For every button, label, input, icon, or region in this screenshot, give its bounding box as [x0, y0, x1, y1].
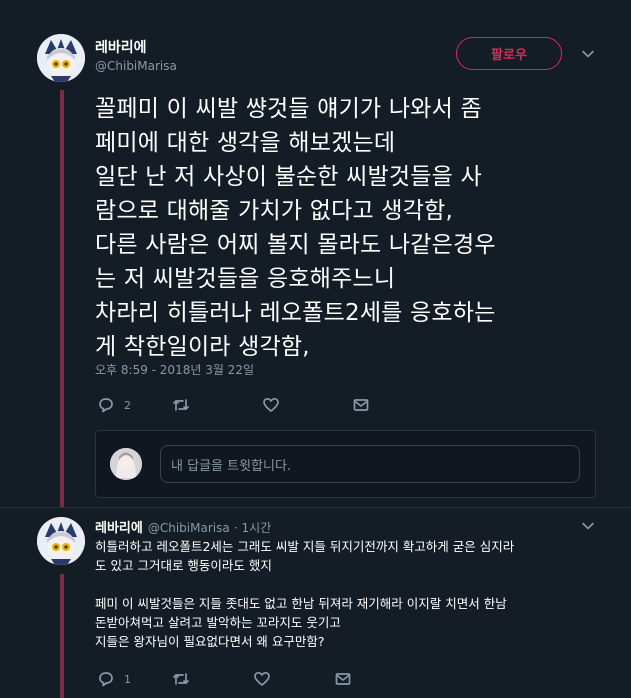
reply-reply-action[interactable]: 1 — [97, 670, 131, 688]
author-avatar[interactable] — [37, 34, 85, 82]
reply-icon — [99, 672, 113, 687]
reply-icon — [99, 398, 113, 413]
like-action[interactable] — [262, 396, 289, 414]
dm-action[interactable] — [352, 396, 370, 414]
reply-tweet-actions: 1 — [97, 670, 352, 688]
tweet-text: 꼴페미 이 씨발 썅것들 얘기가 나와서 좀 페미에 대한 생각을 해보겠는데 … — [95, 96, 496, 360]
thread-line-reply — [60, 574, 64, 698]
reply-separator: · — [233, 521, 238, 535]
reply-action[interactable]: 2 — [97, 396, 131, 414]
reply-tweet-text: 히틀러하고 레오폴트2세는 그래도 씨발 지들 뒤지기전까지 확고하게 굳은 심… — [95, 539, 515, 649]
reply-like-action[interactable] — [253, 670, 271, 688]
reply-retweet-action[interactable] — [172, 670, 190, 688]
reply-placeholder: 내 답글을 트윗합니다. — [171, 458, 292, 474]
reply-count: 2 — [124, 398, 131, 412]
reply-composer: 내 답글을 트윗합니다. — [95, 430, 596, 498]
chevron-down-icon[interactable] — [581, 47, 595, 61]
author-handle[interactable]: @ChibiMarisa — [95, 59, 177, 73]
tweet-divider — [0, 507, 631, 508]
envelope-icon — [353, 399, 369, 411]
tweet-timestamp[interactable]: 오후 8:59 - 2018년 3월 22일 — [95, 361, 254, 378]
heart-icon — [263, 397, 279, 412]
heart-icon — [254, 671, 270, 686]
envelope-icon — [335, 673, 351, 685]
current-user-avatar — [110, 448, 142, 480]
reply-header: 레바리에 @ChibiMarisa · 1시간 — [95, 517, 271, 536]
retweet-action[interactable] — [172, 396, 199, 414]
reply-author-handle[interactable]: @ChibiMarisa — [148, 521, 230, 535]
follow-button[interactable]: 팔로우 — [456, 37, 562, 70]
retweet-icon — [173, 673, 189, 685]
author-name[interactable]: 레바리에 — [95, 37, 147, 57]
tweet-actions: 2 — [97, 396, 370, 414]
retweet-icon — [173, 399, 189, 411]
reply-reply-count: 1 — [124, 672, 131, 686]
reply-time[interactable]: 1시간 — [242, 519, 272, 536]
reply-dm-action[interactable] — [334, 670, 352, 688]
reply-input[interactable]: 내 답글을 트윗합니다. — [160, 445, 580, 483]
reply-author-name[interactable]: 레바리에 — [95, 517, 143, 536]
thread-line-top — [60, 90, 64, 507]
reply-chevron-down-icon[interactable] — [581, 519, 595, 533]
reply-author-avatar[interactable] — [37, 517, 85, 565]
